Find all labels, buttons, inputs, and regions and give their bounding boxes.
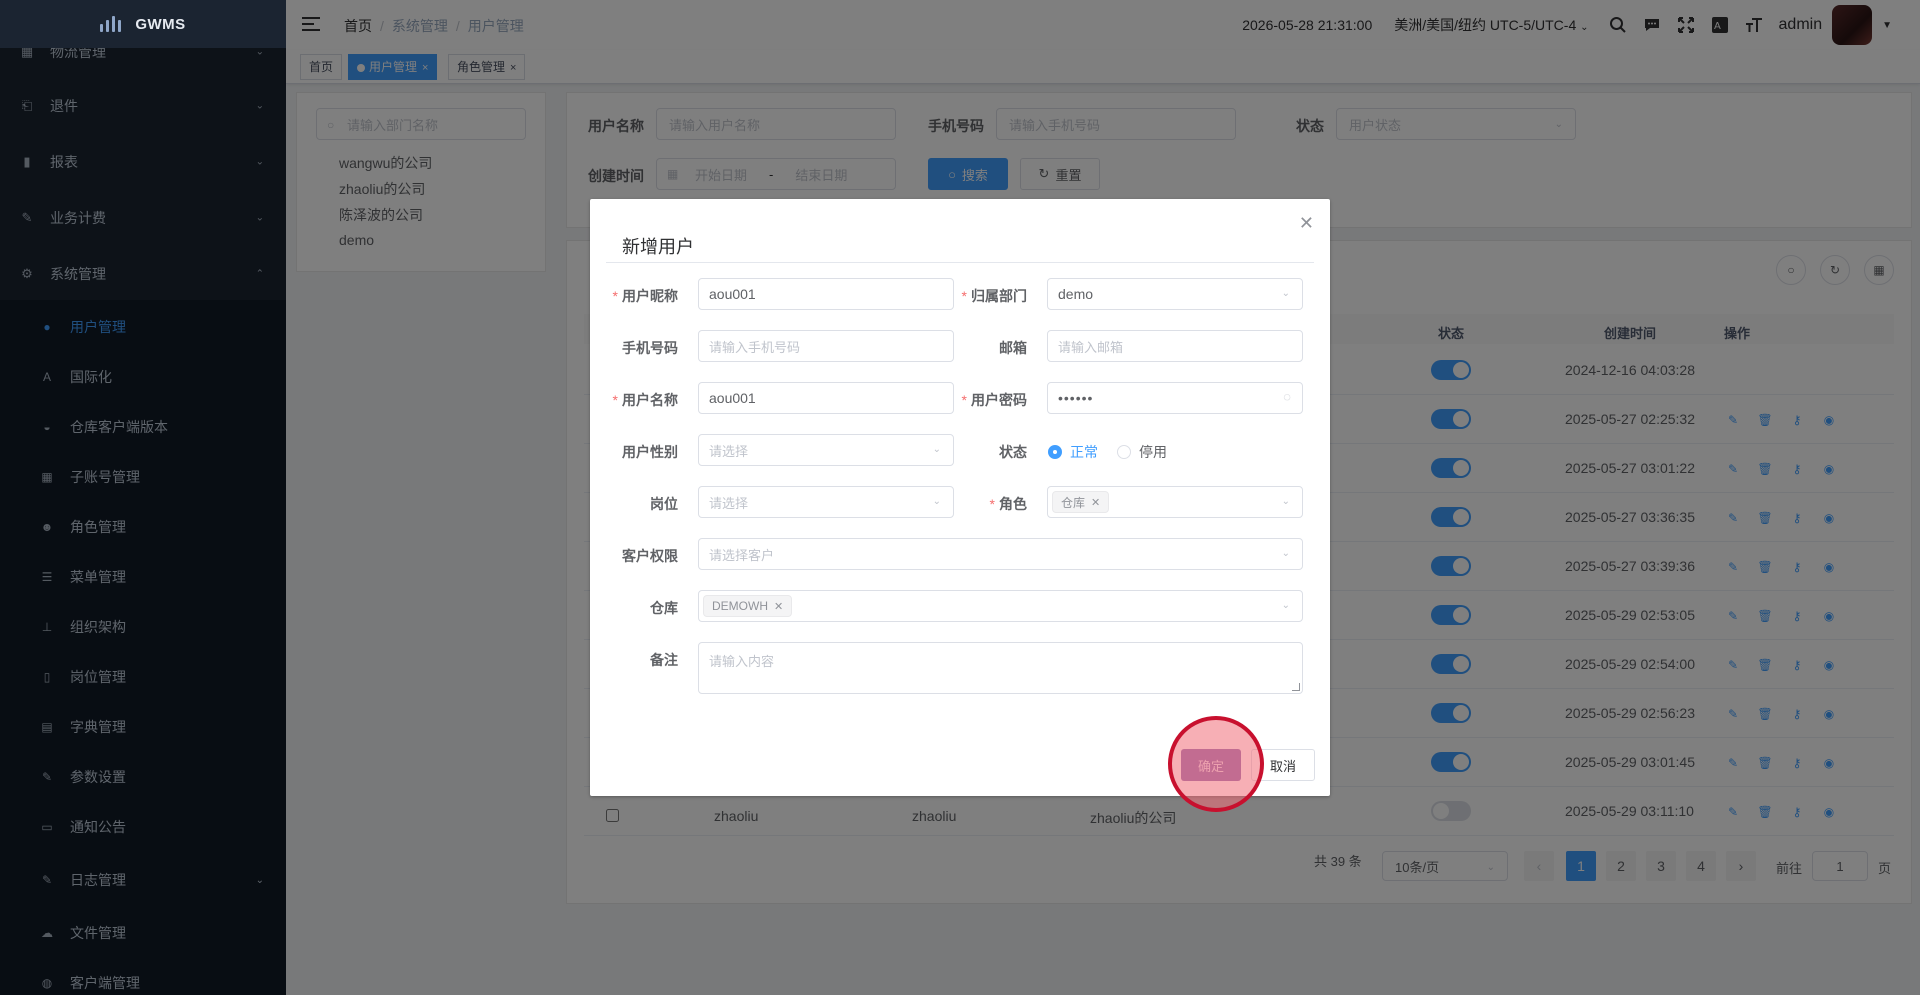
post-label: 岗位	[578, 494, 678, 514]
label-text: 用户密码	[971, 392, 1027, 408]
add-user-dialog: 新增用户 ✕ * 用户昵称 aou001 * 归属部门 demo ⌄ 手机号码 请输入…	[590, 199, 1330, 796]
password-label: * 用户密码	[961, 392, 1027, 408]
chevron-down-icon: ⌄	[1281, 600, 1290, 611]
close-icon[interactable]: ✕	[1299, 213, 1314, 234]
post-select[interactable]: 请选择 ⌄	[698, 486, 954, 518]
remark-label: 备注	[578, 650, 678, 670]
status-label: 状态	[927, 442, 1027, 462]
password-input[interactable]: •••••• ◌	[1047, 382, 1303, 414]
eye-off-icon[interactable]: ◌	[1283, 389, 1292, 404]
password-mask: ••••••	[1058, 390, 1094, 406]
confirm-button[interactable]: 确定	[1181, 749, 1241, 781]
nickname-input[interactable]: aou001	[698, 278, 954, 310]
button-label: 确定	[1197, 758, 1224, 774]
placeholder: 请选择客户	[709, 547, 775, 563]
label-text: 邮箱	[999, 340, 1027, 356]
placeholder: 请选择	[709, 443, 749, 459]
select-value: demo	[1058, 286, 1094, 302]
gender-label: 用户性别	[578, 442, 678, 462]
dept-label: * 归属部门	[961, 288, 1027, 304]
label-text: 归属部门	[971, 288, 1027, 304]
dialog-title: 新增用户	[622, 237, 694, 257]
close-icon[interactable]: ✕	[774, 600, 783, 613]
app-name: GWMS	[135, 15, 186, 33]
phone-label: 手机号码	[578, 338, 678, 358]
cancel-button[interactable]: 取消	[1251, 749, 1315, 781]
placeholder: 请输入邮箱	[1058, 339, 1124, 355]
nickname-label: * 用户昵称	[612, 288, 678, 304]
label-text: 角色	[999, 496, 1027, 512]
placeholder: 请输入手机号码	[709, 339, 801, 355]
radio-label: 正常	[1070, 444, 1098, 460]
radio-checked-icon	[1048, 445, 1062, 459]
remark-textarea[interactable]: 请输入内容	[698, 642, 1303, 694]
app-logo[interactable]: GWMS	[0, 0, 286, 48]
warehouse-select[interactable]: DEMOWH ✕ ⌄	[698, 590, 1303, 622]
label-text: 仓库	[650, 600, 678, 616]
customer-select[interactable]: 请选择客户 ⌄	[698, 538, 1303, 570]
role-tag: 仓库 ✕	[1052, 491, 1110, 513]
radio-label: 停用	[1139, 444, 1167, 460]
placeholder: 请输入内容	[709, 654, 775, 669]
label-text: 状态	[999, 444, 1027, 460]
button-label: 取消	[1269, 758, 1296, 774]
label-text: 客户权限	[622, 548, 678, 564]
logo-icon	[100, 16, 122, 32]
customer-label: 客户权限	[578, 546, 678, 566]
close-icon[interactable]: ✕	[1091, 496, 1100, 509]
label-text: 备注	[650, 652, 678, 668]
status-radio-normal[interactable]: 正常	[1048, 442, 1098, 462]
chevron-down-icon: ⌄	[1281, 496, 1290, 507]
phone-input[interactable]: 请输入手机号码	[698, 330, 954, 362]
tag-label: 仓库	[1061, 495, 1086, 510]
label-text: 用户性别	[622, 444, 678, 460]
radio-unchecked-icon	[1117, 445, 1131, 459]
role-label: * 角色	[989, 496, 1027, 512]
dialog-divider	[606, 262, 1314, 263]
input-value: aou001	[709, 286, 756, 302]
username-label: * 用户名称	[612, 392, 678, 408]
email-label: 邮箱	[927, 338, 1027, 358]
resize-handle-icon[interactable]	[1292, 683, 1300, 691]
role-select[interactable]: 仓库 ✕ ⌄	[1047, 486, 1303, 518]
username-input[interactable]: aou001	[698, 382, 954, 414]
email-input[interactable]: 请输入邮箱	[1047, 330, 1303, 362]
label-text: 用户昵称	[622, 288, 678, 304]
label-text: 岗位	[650, 496, 678, 512]
warehouse-label: 仓库	[578, 598, 678, 618]
warehouse-tag: DEMOWH ✕	[703, 595, 793, 617]
chevron-down-icon: ⌄	[1281, 288, 1290, 299]
placeholder: 请选择	[709, 495, 749, 511]
dept-select[interactable]: demo ⌄	[1047, 278, 1303, 310]
status-radio-disabled[interactable]: 停用	[1117, 442, 1167, 462]
label-text: 用户名称	[622, 392, 678, 408]
input-value: aou001	[709, 390, 756, 406]
gender-select[interactable]: 请选择 ⌄	[698, 434, 954, 466]
tag-label: DEMOWH	[712, 599, 768, 613]
label-text: 手机号码	[622, 340, 678, 356]
chevron-down-icon: ⌄	[1281, 548, 1290, 559]
